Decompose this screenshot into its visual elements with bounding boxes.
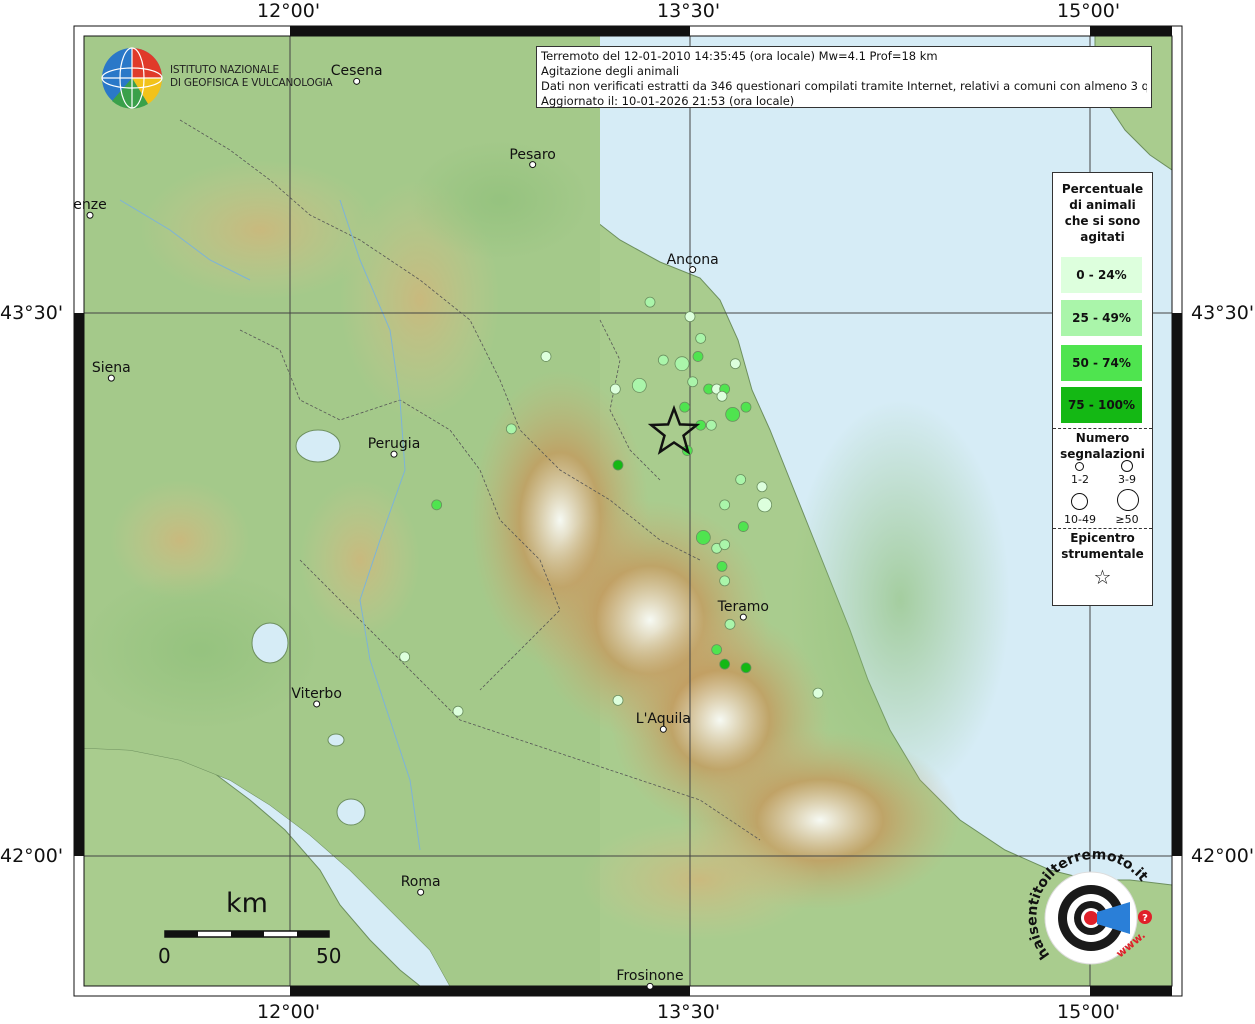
lon-label-top-1: 12°00' <box>257 0 321 22</box>
observation-point <box>756 481 768 493</box>
observation-point <box>729 358 741 370</box>
observation-point <box>644 296 656 308</box>
legend-class-3: 75 - 100% <box>1061 387 1142 423</box>
lon-label-bottom-3: 15°00' <box>1057 1001 1121 1023</box>
info-source: Dati non verificati estratti da 346 ques… <box>541 79 1147 93</box>
observation-point <box>452 705 464 717</box>
observation-point <box>540 351 552 362</box>
observation-point <box>716 561 728 572</box>
scale-max: 50 <box>316 944 342 968</box>
observation-point <box>725 406 741 422</box>
institute-name-line2: DI GEOFISICA E VULCANOLOGIA <box>170 77 333 89</box>
size-label-0: 1-2 <box>1071 473 1089 486</box>
lon-label-bottom-2: 13°30' <box>657 1001 721 1023</box>
city-label: Perugia <box>367 436 421 453</box>
scale-min: 0 <box>158 944 171 968</box>
observation-point <box>679 401 691 413</box>
size-circle-small <box>1075 462 1084 471</box>
observation-point <box>719 575 731 587</box>
size-circle-xlarge <box>1117 489 1139 511</box>
observation-point <box>687 376 699 388</box>
observation-point <box>740 662 752 674</box>
lake-vico <box>327 733 345 747</box>
lake-trasimeno <box>295 429 341 463</box>
observation-point <box>724 618 736 630</box>
observation-point <box>716 390 728 402</box>
city-label: L'Aquila <box>635 711 691 728</box>
observation-point <box>609 383 621 395</box>
lake-bolsena <box>251 622 289 664</box>
lon-label-top-3: 15°00' <box>1057 0 1121 22</box>
observation-point <box>705 419 717 431</box>
observation-point <box>431 499 443 511</box>
institute-name: ISTITUTO NAZIONALE DI GEOFISICA E VULCAN… <box>170 64 333 90</box>
observation-point <box>695 332 707 344</box>
lake-bracciano <box>336 798 366 826</box>
city-label: Viterbo <box>291 685 342 702</box>
observation-point <box>757 497 773 513</box>
info-topic: Agitazione degli animali <box>541 64 680 78</box>
observation-point <box>719 658 731 670</box>
size-label-3: ≥50 <box>1115 513 1139 526</box>
city-label: Siena <box>91 360 131 377</box>
legend-class-0: 0 - 24% <box>1061 257 1142 293</box>
observation-point <box>399 651 411 663</box>
observation-point <box>812 687 824 699</box>
observation-point <box>737 521 749 532</box>
city-label: Cesena <box>330 63 383 80</box>
observation-point <box>719 499 731 511</box>
observation-point <box>674 356 690 372</box>
legend-class-2: 50 - 74% <box>1061 345 1142 381</box>
observation-point <box>695 530 711 545</box>
scale-bar <box>164 930 330 938</box>
city-label: Teramo <box>717 599 769 616</box>
city-label: Roma <box>400 874 441 891</box>
size-label-1: 3-9 <box>1118 473 1136 486</box>
observation-point <box>692 351 704 362</box>
size-circle-large <box>1071 493 1088 510</box>
legend-title: Percentuale di animali che si sono agita… <box>1061 182 1144 244</box>
observation-point <box>505 423 517 435</box>
scale-unit: km <box>226 888 268 919</box>
lon-label-top-2: 13°30' <box>657 0 721 22</box>
observation-point <box>657 354 669 366</box>
lat-label-left-1: 43°30' <box>0 302 64 324</box>
lat-label-right-2: 42°00' <box>1191 845 1255 867</box>
size-circle-medium <box>1121 460 1133 472</box>
legend-epicenter-title: Epicentro strumentale <box>1061 531 1144 561</box>
observation-point <box>612 459 624 471</box>
city-label: Pesaro <box>509 146 556 163</box>
svg-text:?: ? <box>1142 913 1148 924</box>
observation-point <box>719 539 731 551</box>
observation-point <box>735 474 747 485</box>
observation-point <box>711 644 723 656</box>
city-label: Ancona <box>666 251 719 268</box>
info-updated: Aggiornato il: 10-01-2026 21:53 (ora loc… <box>541 94 795 108</box>
legend-star-icon: ☆ <box>1093 565 1112 589</box>
legend: Percentuale di animali che si sono agita… <box>1052 172 1153 606</box>
observation-point <box>740 401 752 413</box>
info-event: Terremoto del 12-01-2010 14:35:45 (ora l… <box>541 49 938 63</box>
lon-label-bottom-1: 12°00' <box>257 1001 321 1023</box>
lat-label-left-2: 42°00' <box>0 845 64 867</box>
size-label-2: 10-49 <box>1064 513 1096 526</box>
observation-point <box>612 694 624 706</box>
observation-point <box>631 377 647 393</box>
institute-name-line1: ISTITUTO NAZIONALE <box>170 64 279 76</box>
city-label: Frosinone <box>616 968 684 985</box>
legend-class-1: 25 - 49% <box>1061 300 1142 336</box>
observation-point <box>684 311 696 323</box>
city-label: enze <box>73 197 107 214</box>
earthquake-info-box: Terremoto del 12-01-2010 14:35:45 (ora l… <box>536 46 1152 108</box>
legend-count-title: Numero segnalazioni <box>1060 431 1145 461</box>
lat-label-right-1: 43°30' <box>1191 302 1255 324</box>
